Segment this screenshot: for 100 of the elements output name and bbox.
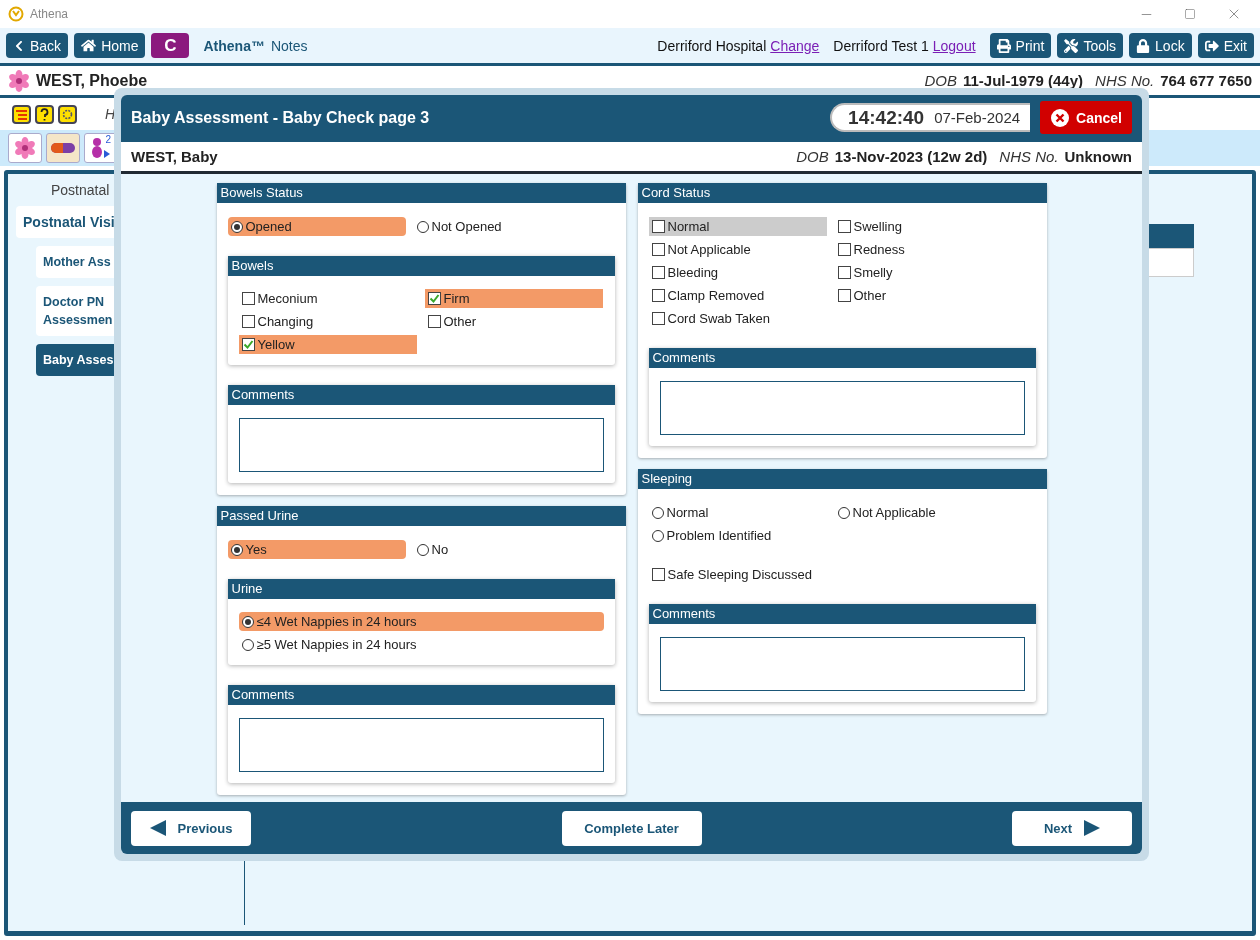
nav-heading: Postnatal — [50, 182, 111, 198]
checkbox[interactable] — [651, 243, 665, 256]
exit-button[interactable]: Exit — [1197, 33, 1254, 58]
radio-button[interactable] — [416, 220, 429, 233]
radio-button[interactable] — [230, 220, 243, 233]
window-title: Athena — [30, 7, 69, 21]
question-icon[interactable] — [35, 104, 54, 124]
checkbox-option[interactable]: Other — [424, 312, 603, 331]
section-header: Passed Urine — [216, 506, 626, 526]
radio-button[interactable] — [230, 543, 243, 556]
close-icon — [1050, 107, 1071, 128]
next-button[interactable]: Next — [1012, 810, 1132, 846]
user-name: Derriford Test 1 — [833, 37, 929, 54]
cancel-button[interactable]: Cancel — [1040, 101, 1132, 134]
baby-name: WEST, Baby — [131, 148, 218, 165]
change-link[interactable]: Change — [770, 37, 820, 54]
nhs-label: NHS No. — [999, 148, 1059, 165]
previous-button[interactable]: Previous — [131, 810, 251, 846]
checkbox-option[interactable]: Bleeding — [648, 263, 827, 282]
dob-value: 11-Jul-1979 (44y) — [962, 72, 1084, 89]
checkbox-option[interactable]: Cord Swab Taken — [648, 309, 827, 328]
checkbox[interactable] — [241, 315, 255, 328]
comments-field[interactable] — [238, 418, 604, 472]
checkbox-option[interactable]: Yellow — [238, 335, 417, 354]
radio-option[interactable]: No — [413, 540, 592, 559]
dob-label: DOB — [796, 148, 829, 165]
checkbox[interactable] — [651, 266, 665, 279]
tools-button[interactable]: Tools — [1057, 33, 1124, 58]
nhs-label: NHS No. — [1095, 72, 1155, 89]
checkbox[interactable] — [427, 292, 441, 305]
flower-icon — [8, 69, 30, 92]
radio-option[interactable]: Not Applicable — [834, 503, 1013, 522]
checkbox-option[interactable]: Redness — [834, 240, 1013, 259]
comments-field[interactable] — [659, 381, 1025, 435]
panel-header: Comments — [648, 604, 1036, 624]
checkbox-option[interactable]: Firm — [424, 289, 603, 308]
checkbox-option[interactable]: Normal — [648, 217, 827, 236]
checkbox[interactable] — [651, 289, 665, 302]
alert-icon[interactable] — [12, 104, 31, 124]
nhs-value: 764 677 7650 — [1160, 72, 1252, 89]
print-button[interactable]: Print — [989, 33, 1052, 58]
comments-field[interactable] — [659, 637, 1025, 691]
checkbox[interactable] — [837, 243, 851, 256]
comments-field[interactable] — [238, 718, 604, 772]
hospital-name: Derriford Hospital — [657, 37, 767, 54]
medication-button[interactable] — [46, 133, 80, 163]
chevron-left-icon — [13, 39, 25, 52]
lock-button[interactable]: Lock — [1129, 33, 1192, 58]
checkbox[interactable] — [837, 289, 851, 302]
radio-button[interactable] — [651, 506, 664, 519]
logout-link[interactable]: Logout — [932, 37, 976, 54]
baby-count: 2 — [105, 134, 111, 145]
back-button[interactable]: Back — [6, 33, 69, 58]
checkbox-option[interactable]: Swelling — [834, 217, 1013, 236]
patient-name: WEST, Phoebe — [36, 71, 148, 90]
radio-option[interactable]: ≥5 Wet Nappies in 24 hours — [238, 635, 604, 654]
section-header: Bowels Status — [216, 183, 626, 203]
exit-icon — [1204, 38, 1219, 53]
checkbox-option[interactable]: Changing — [238, 312, 417, 331]
checkbox[interactable] — [241, 292, 255, 305]
checkbox-option[interactable]: Clamp Removed — [648, 286, 827, 305]
checkbox-option[interactable]: Smelly — [834, 263, 1013, 282]
letter-badge[interactable]: C — [151, 33, 190, 58]
house-icon — [81, 38, 97, 53]
panel-header: Urine — [227, 579, 615, 599]
radio-option[interactable]: Opened — [227, 217, 406, 236]
section-header: Sleeping — [637, 469, 1047, 489]
checkbox[interactable] — [651, 220, 665, 233]
checkbox-option[interactable]: Not Applicable — [648, 240, 827, 259]
panel-header: Comments — [648, 348, 1036, 368]
radio-option[interactable]: Normal — [648, 503, 827, 522]
radio-button[interactable] — [837, 506, 850, 519]
radio-button[interactable] — [416, 543, 429, 556]
checkbox-option[interactable]: Other — [834, 286, 1013, 305]
radio-button[interactable] — [241, 615, 254, 628]
brand-name: Athena™ — [203, 37, 265, 54]
dob-label: DOB — [924, 72, 957, 89]
pill-icon — [50, 142, 76, 154]
checkbox[interactable] — [837, 266, 851, 279]
checkbox[interactable] — [651, 568, 665, 581]
radio-button[interactable] — [651, 529, 664, 542]
checkbox[interactable] — [837, 220, 851, 233]
mother-button[interactable] — [8, 133, 42, 163]
radio-option[interactable]: ≤4 Wet Nappies in 24 hours — [238, 612, 604, 631]
complete-later-button[interactable]: Complete Later — [561, 810, 702, 846]
checkbox-option[interactable]: Meconium — [238, 289, 417, 308]
time-text: 14:42:40 — [848, 106, 925, 129]
radio-option[interactable]: Not Opened — [413, 217, 592, 236]
radio-button[interactable] — [241, 638, 254, 651]
home-button[interactable]: Home — [74, 33, 146, 58]
checkbox[interactable] — [427, 315, 441, 328]
panel-header: Bowels — [227, 256, 615, 276]
left-triangle-icon — [149, 820, 166, 836]
dob-value: 13-Nov-2023 (12w 2d) — [834, 148, 988, 165]
flower-icon — [14, 137, 36, 159]
checkbox[interactable] — [651, 312, 665, 325]
radio-option[interactable]: Problem Identified — [648, 526, 827, 545]
checkbox[interactable] — [241, 338, 255, 351]
radio-option[interactable]: Yes — [227, 540, 406, 559]
checkbox-option[interactable]: Safe Sleeping Discussed — [648, 565, 827, 584]
